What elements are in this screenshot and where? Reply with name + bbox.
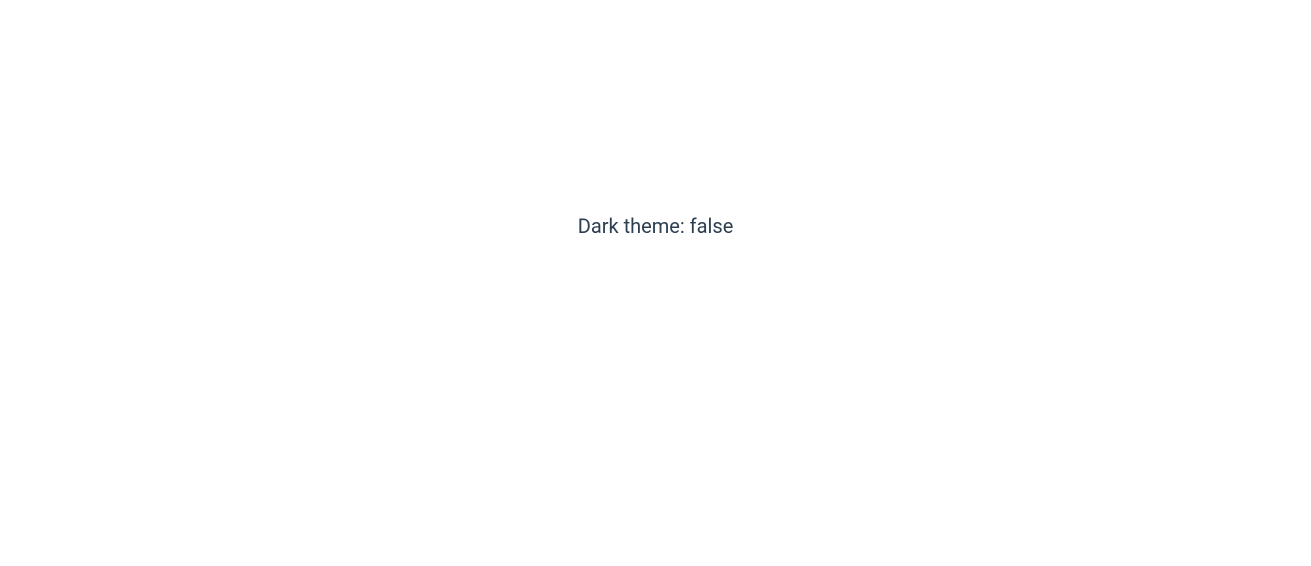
dark-theme-status-text: Dark theme: false	[578, 214, 734, 238]
